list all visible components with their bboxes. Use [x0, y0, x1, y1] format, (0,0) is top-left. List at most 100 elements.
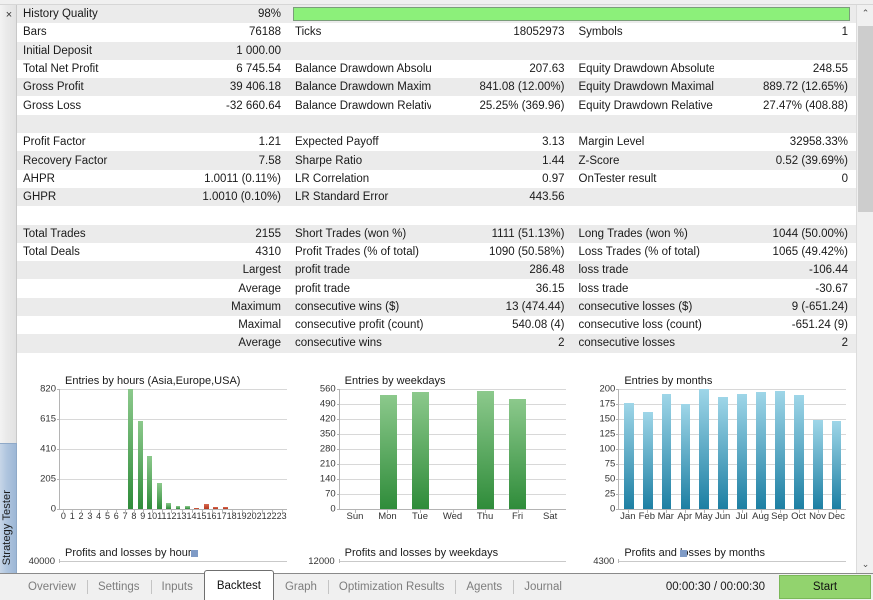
progress-track [293, 7, 850, 22]
bar-slot [79, 389, 88, 509]
scrollbar-thumb[interactable] [858, 26, 873, 212]
stats-value: 7.58 [177, 151, 289, 170]
stats-value: 286.48 [430, 261, 573, 280]
bar-slot [789, 389, 808, 509]
stats-row: Maximal consecutive profit (count) 540.08 … [17, 316, 856, 334]
bar-slot [638, 389, 657, 509]
stats-value [714, 41, 856, 60]
y-axis-tick-label: 820 [40, 383, 56, 395]
stats-row: Average consecutive wins 2 consecutive loss… [17, 334, 856, 353]
tester-body: × Strategy Tester History Quality 98% Bars… [0, 5, 873, 573]
x-axis: 0 1 2 3 4 5 6 7 8 9 10 11 12 13 14 15 16 17 18 19 20 21 22 23 [59, 509, 287, 523]
stats-label: consecutive wins [289, 334, 431, 353]
bar-slot [164, 389, 173, 509]
x-axis-tick-label: 15 [196, 510, 207, 521]
stats-value: 207.63 [529, 63, 565, 76]
stats-label: History Quality [17, 5, 177, 24]
stats-value: 1065 (49.42%) [772, 246, 848, 258]
chart-3: Entries by months 0 25 50 75 100 125 150 175 200 J… [576, 369, 856, 573]
x-axis-tick-label: 2 [78, 510, 84, 521]
stats-value [714, 114, 856, 134]
stats-spacer-row [17, 114, 856, 134]
bar-slot [752, 389, 771, 509]
strategy-tester-label: Strategy Tester [1, 489, 13, 565]
stats-value: 0.52 (39.69%) [714, 151, 856, 170]
scroll-up-icon[interactable]: ⌃ [857, 5, 873, 22]
stats-row: AHPR 1.0011 (0.11%) LR Correlation 0.97 OnTe… [17, 170, 856, 188]
y-axis-tick-label: 560 [319, 383, 336, 395]
stats-label: Short Trades (won %) [289, 224, 431, 243]
stats-label: loss trade [578, 282, 629, 295]
stats-label: Margin Level [578, 136, 645, 149]
bar-slot [657, 389, 676, 509]
x-axis: Jan Feb Mar Apr May Jun Jul Aug Sep Oct Nov Dec [618, 509, 847, 523]
scroll-down-icon[interactable]: ⌄ [857, 556, 873, 573]
stats-label [17, 334, 177, 353]
bar [775, 391, 785, 509]
tab-graph[interactable]: Graph [274, 574, 328, 600]
y-axis-tick-label: 280 [319, 443, 336, 455]
bar-slot [770, 389, 789, 509]
y-axis-tick-label: 40000 [28, 556, 55, 567]
bar-slot [239, 389, 248, 509]
chart-drag-handle[interactable] [191, 550, 199, 557]
y-axis-tick-label: 125 [599, 428, 616, 440]
bar-slot [258, 389, 267, 509]
bar-slot [404, 389, 436, 509]
tab-journal[interactable]: Journal [513, 574, 573, 600]
stats-value: Maximum [177, 297, 289, 317]
bar-slot [60, 389, 69, 509]
stats-label: Ticks [295, 26, 322, 39]
tab-inputs[interactable]: Inputs [150, 574, 204, 600]
x-axis-tick-label: 8 [131, 510, 137, 521]
x-axis: Sun Mon Tue Wed Thu Fri Sat [338, 509, 567, 523]
bar-slot [437, 389, 469, 509]
vertical-scrollbar[interactable]: ⌃ ⌄ [856, 5, 873, 573]
y-axis-tick-label: 70 [325, 488, 336, 500]
chart-drag-handle[interactable] [679, 550, 687, 557]
stats-value: 76188 [249, 26, 281, 39]
bar-slot [107, 389, 116, 509]
chart-title: Entries by weekdays [344, 375, 446, 387]
bar [699, 389, 710, 509]
stats-value [177, 206, 289, 225]
x-axis-tick-label: 11 [157, 510, 167, 521]
stats-label: Initial Deposit [17, 41, 177, 60]
x-axis-tick-label: Aug [752, 510, 770, 522]
stats-label [572, 114, 715, 134]
start-button[interactable]: Start [779, 575, 871, 599]
stats-label: profit trade [289, 261, 431, 280]
tab-agents[interactable]: Agents [455, 574, 513, 600]
close-icon[interactable]: × [3, 9, 15, 21]
x-axis-tick-label: 19 [236, 510, 247, 521]
bar [156, 482, 162, 509]
stats-value: 4310 [255, 246, 281, 258]
stats-row: Bars 76188 Ticks 18052973 Symbols 1 [17, 23, 856, 41]
chart-title: Profits and losses by months [624, 547, 765, 559]
y-axis-tick-label: 420 [319, 413, 336, 425]
x-axis-tick-label: Thu [469, 510, 502, 523]
left-rail: × Strategy Tester [0, 5, 17, 573]
bar-series [340, 389, 567, 509]
tab-optimization-results[interactable]: Optimization Results [327, 574, 455, 600]
chart-plot-area: 4300 [593, 550, 847, 571]
strategy-tester-vertical-tab[interactable]: Strategy Tester [0, 443, 17, 573]
y-axis-tick-label: 0 [330, 503, 336, 515]
stats-value: 1.21 [258, 136, 281, 149]
tab-settings[interactable]: Settings [86, 574, 151, 600]
stats-value: 9 (-651.24) [714, 297, 856, 317]
tab-backtest[interactable]: Backtest [203, 570, 274, 600]
stats-label: Expected Payoff [295, 136, 379, 149]
y-axis-tick-label: 150 [599, 413, 616, 425]
bar-slot [249, 389, 258, 509]
x-axis-tick-label: Tue [404, 510, 437, 523]
stats-row: Total Net Profit 6 745.54 Balance Drawdown… [17, 60, 856, 78]
stats-label: Balance Drawdown Maximal [289, 78, 431, 97]
bar [812, 419, 823, 509]
tab-overview[interactable]: Overview [17, 574, 87, 600]
stats-label: Gross Profit [17, 78, 177, 97]
stats-value: 18052973 [513, 26, 565, 39]
stats-label: Z-Score [572, 151, 715, 170]
charts-row: Entries by hours (Asia,Europe,USA) 0 205 41… [17, 369, 856, 573]
y-axis-tick-label: 410 [40, 443, 56, 455]
